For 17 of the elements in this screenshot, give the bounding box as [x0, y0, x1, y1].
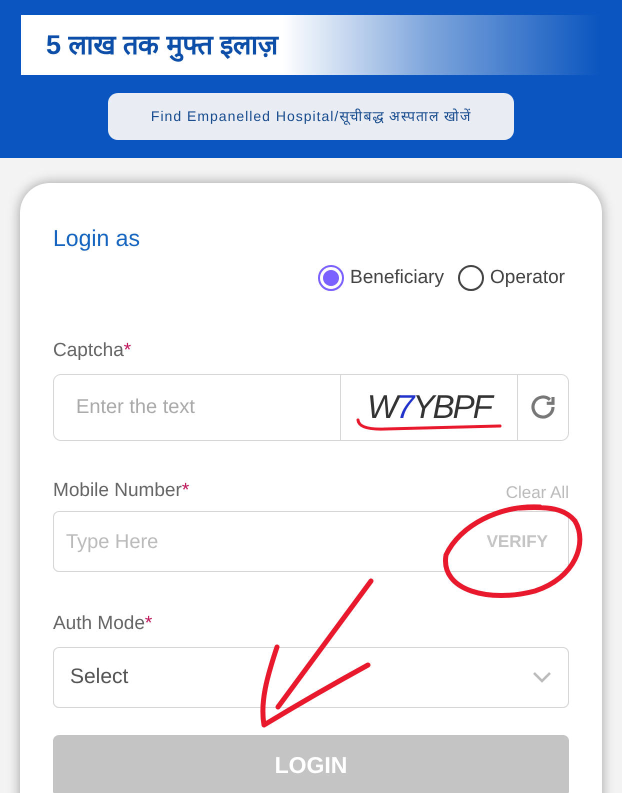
mobile-field[interactable]: Type Here VERIFY — [53, 511, 569, 572]
captcha-input[interactable]: Enter the text — [53, 374, 340, 440]
field-label: Auth Mode* — [53, 613, 152, 634]
radio-button[interactable] — [458, 264, 484, 291]
refresh-button[interactable] — [518, 374, 569, 440]
field-label: Mobile Number* — [53, 478, 190, 502]
chevron-down-icon — [532, 671, 552, 683]
clear-all-link[interactable]: Clear All — [506, 480, 569, 505]
banner-title: 5 लाख तक मुफ्त इलाज़ — [46, 28, 278, 64]
login-heading: Login as — [53, 224, 141, 253]
find-hospital-button[interactable]: Find Empanelled Hospital/सूचीबद्ध अस्पताल खोजें — [108, 93, 514, 140]
field-label: Captcha* — [53, 340, 132, 361]
captcha-image: W7YBPF — [340, 374, 518, 440]
auth-mode-select[interactable]: Select — [53, 646, 569, 708]
radio-label: Operator — [490, 266, 565, 290]
radio-label: Beneficiary — [350, 266, 444, 290]
radio-button[interactable] — [318, 264, 344, 291]
